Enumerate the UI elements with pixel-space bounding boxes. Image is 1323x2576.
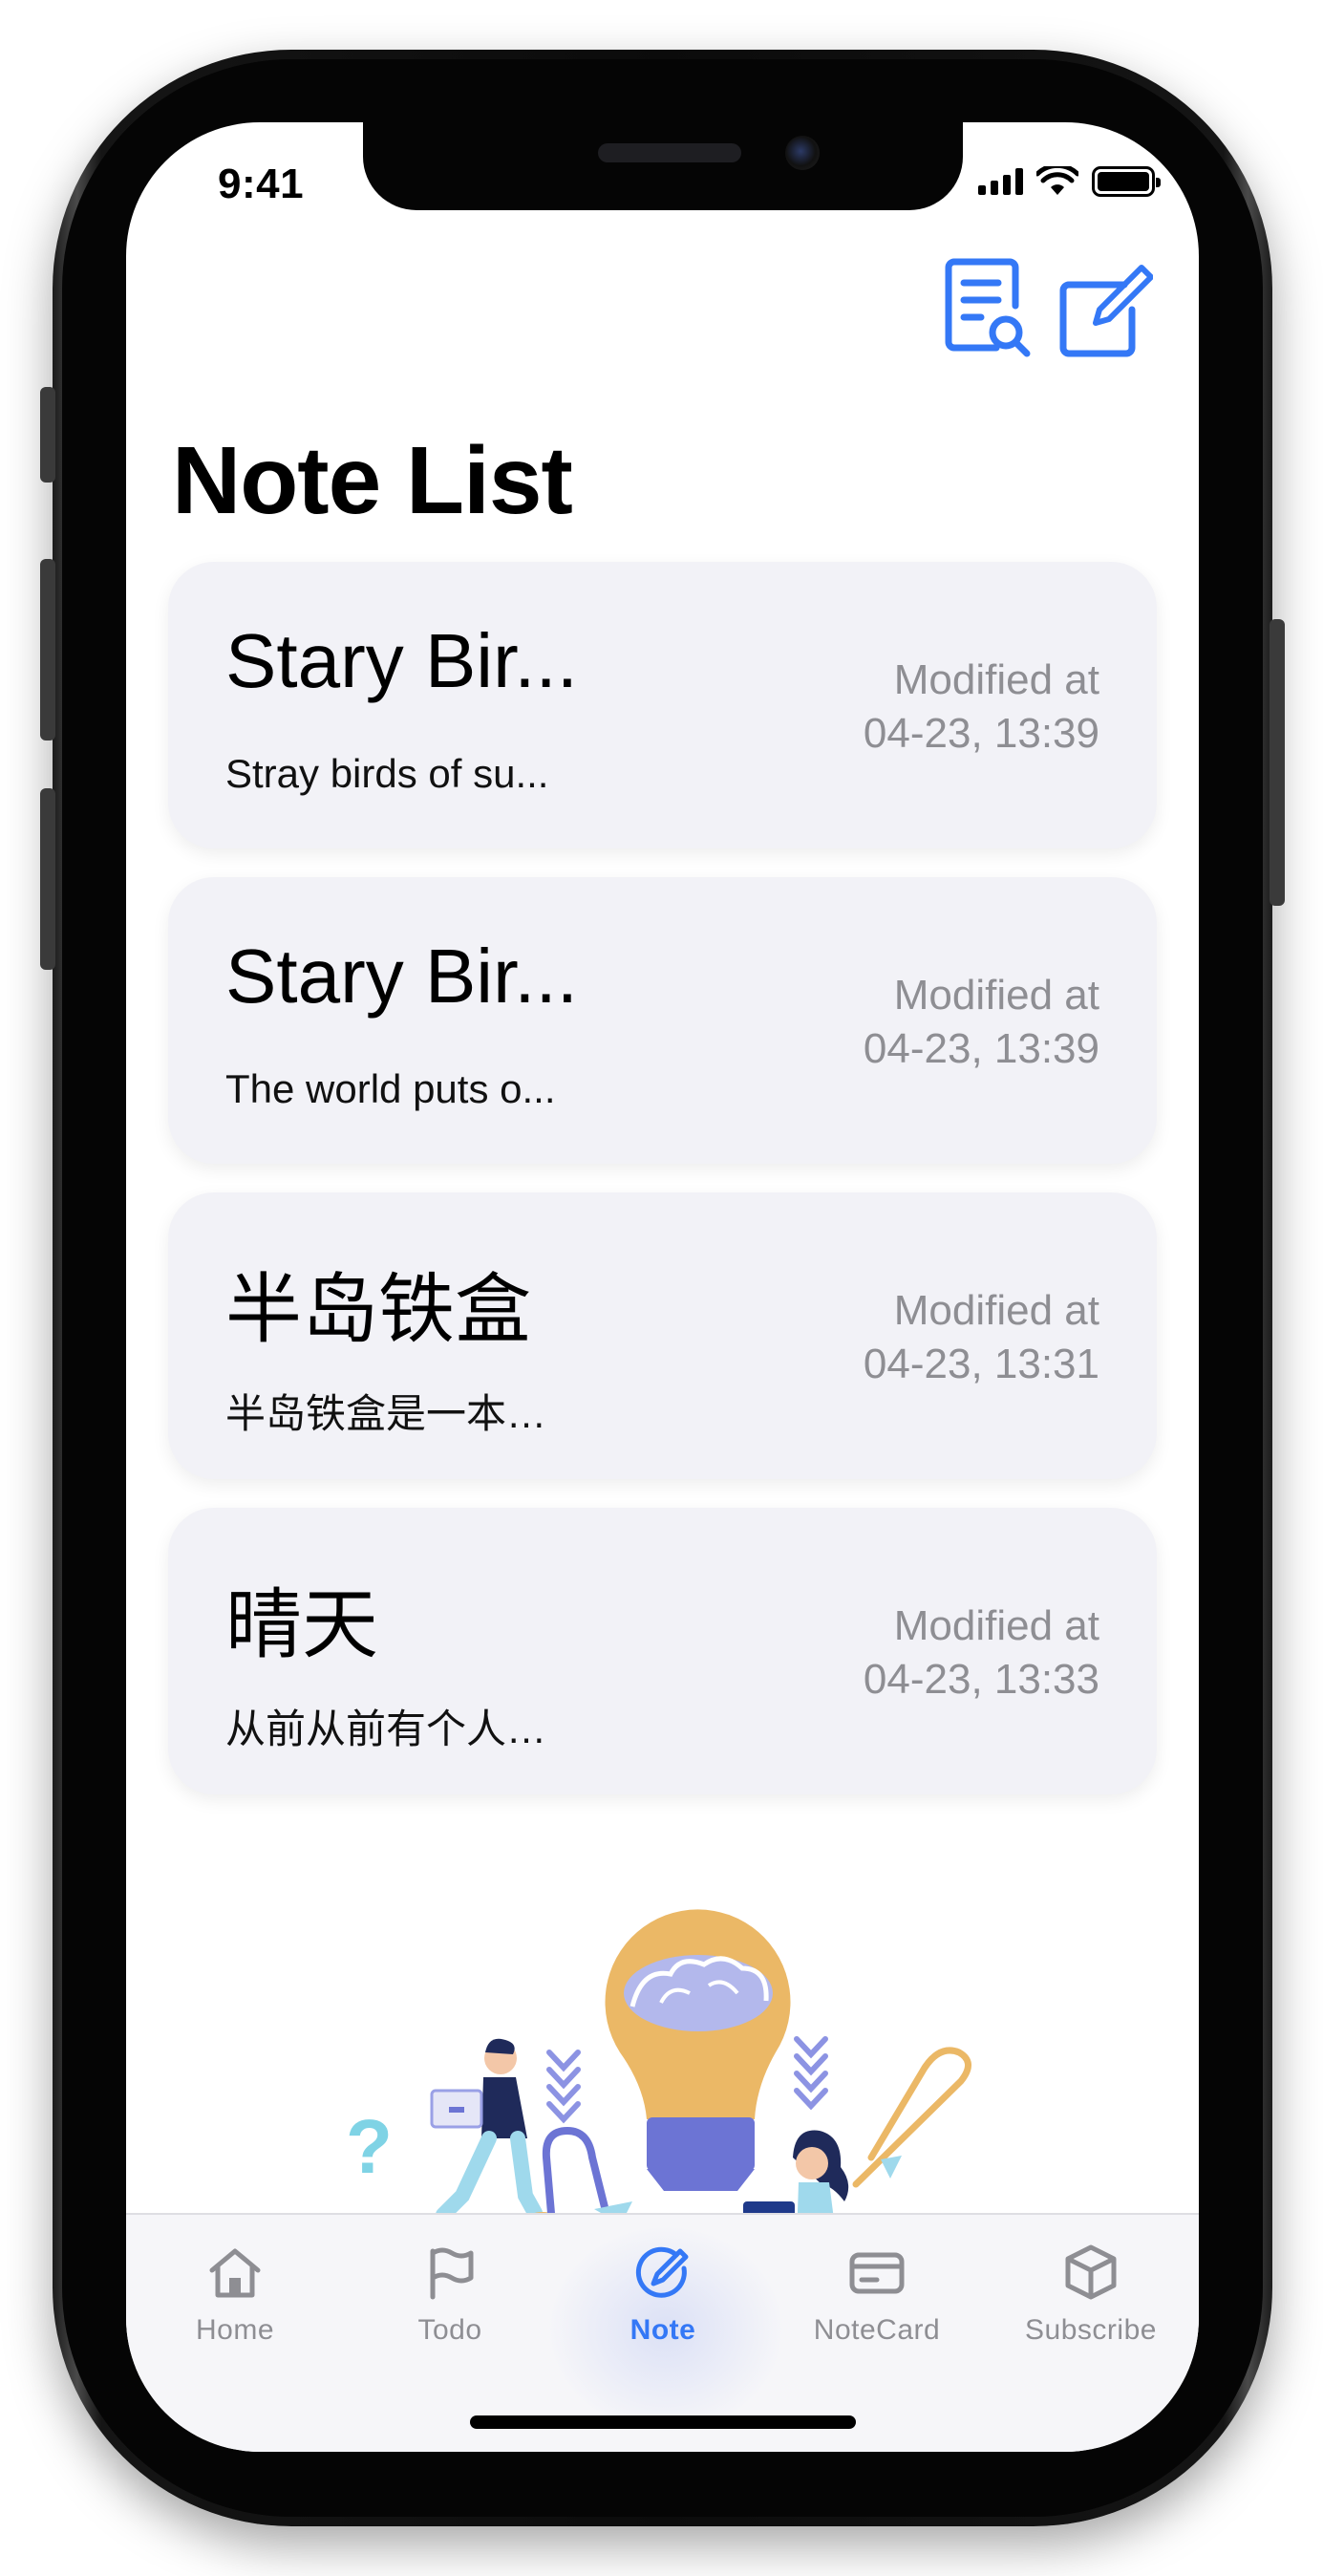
status-icons [978, 166, 1161, 197]
house-icon [209, 2248, 261, 2298]
chevron-down-icon [546, 2050, 581, 2124]
note-list: Stary Bir... Stray birds of su... Modifi… [168, 562, 1157, 1823]
lightbulb-icon [605, 1909, 791, 2191]
note-card[interactable]: Stary Bir... The world puts o... Modifie… [168, 877, 1157, 1164]
tab-label: Subscribe [1025, 2314, 1157, 2346]
power-button [1270, 619, 1285, 906]
wifi-icon [1036, 166, 1078, 195]
modified-label: Modified at [893, 1602, 1099, 1649]
note-card[interactable]: Stary Bir... Stray birds of su... Modifi… [168, 562, 1157, 848]
note-preview: 从前从前有个人… [225, 1707, 547, 1751]
note-title: Stary Bir... [225, 618, 578, 703]
note-title: Stary Bir... [225, 934, 578, 1019]
tab-todo[interactable]: Todo [354, 2243, 545, 2377]
note-preview: 半岛铁盒是一本… [225, 1391, 547, 1436]
note-card[interactable]: 晴天 从前从前有个人… Modified at 04-23, 13:33 [168, 1508, 1157, 1794]
tab-label: NoteCard [813, 2314, 941, 2346]
person-carrying-laptop [422, 2038, 558, 2227]
home-indicator[interactable] [470, 2415, 856, 2429]
status-time: 9:41 [218, 161, 305, 207]
modified-time: 04-23, 13:39 [863, 710, 1099, 757]
pencil-circle-icon [635, 2246, 689, 2298]
modified-time: 04-23, 13:31 [863, 1341, 1099, 1387]
note-title: 晴天 [225, 1582, 378, 1667]
compose-note-button[interactable] [1057, 256, 1154, 361]
speaker-grille [598, 143, 741, 162]
cellular-signal-icon [978, 168, 1023, 195]
tab-label: Todo [417, 2314, 482, 2346]
chevron-down-icon [794, 2036, 828, 2111]
flag-shape [881, 2156, 902, 2179]
app-screen: 9:41 Note List Stary Bir... Stray birds … [126, 122, 1199, 2452]
question-mark: ? [346, 2104, 393, 2189]
modified-time: 04-23, 13:33 [863, 1656, 1099, 1703]
tab-note[interactable]: Note [567, 2243, 758, 2377]
box-icon [1065, 2244, 1117, 2300]
flag-icon [430, 2247, 474, 2300]
tab-subscribe[interactable]: Subscribe [995, 2243, 1186, 2377]
modified-label: Modified at [893, 656, 1099, 703]
card-icon [849, 2252, 905, 2294]
modified-label: Modified at [893, 972, 1099, 1019]
compose-icon [1059, 265, 1154, 357]
tab-home[interactable]: Home [139, 2243, 331, 2377]
note-modified: Modified at 04-23, 13:33 [756, 1599, 1099, 1707]
volume-down-button [40, 788, 55, 970]
tab-label: Note [629, 2314, 696, 2346]
battery-level [1098, 172, 1149, 191]
tab-notecard[interactable]: NoteCard [781, 2243, 972, 2377]
silent-switch [40, 387, 55, 483]
page-title: Note List [172, 427, 573, 534]
rope-icon [852, 2047, 971, 2188]
document-search-icon [945, 258, 1031, 357]
note-modified: Modified at 04-23, 13:39 [756, 654, 1099, 761]
note-card[interactable]: 半岛铁盒 半岛铁盒是一本… Modified at 04-23, 13:31 [168, 1192, 1157, 1479]
front-camera [785, 136, 820, 170]
battery-icon [1092, 166, 1161, 197]
modified-label: Modified at [893, 1287, 1099, 1334]
note-modified: Modified at 04-23, 13:31 [756, 1284, 1099, 1391]
modified-time: 04-23, 13:39 [863, 1025, 1099, 1072]
note-modified: Modified at 04-23, 13:39 [756, 969, 1099, 1076]
volume-up-button [40, 559, 55, 741]
tab-label: Home [195, 2314, 275, 2346]
note-title: 半岛铁盒 [225, 1267, 531, 1352]
notch [363, 122, 963, 210]
note-preview: The world puts o... [225, 1066, 556, 1111]
note-preview: Stray birds of su... [225, 751, 549, 796]
search-notes-button[interactable] [943, 256, 1035, 361]
